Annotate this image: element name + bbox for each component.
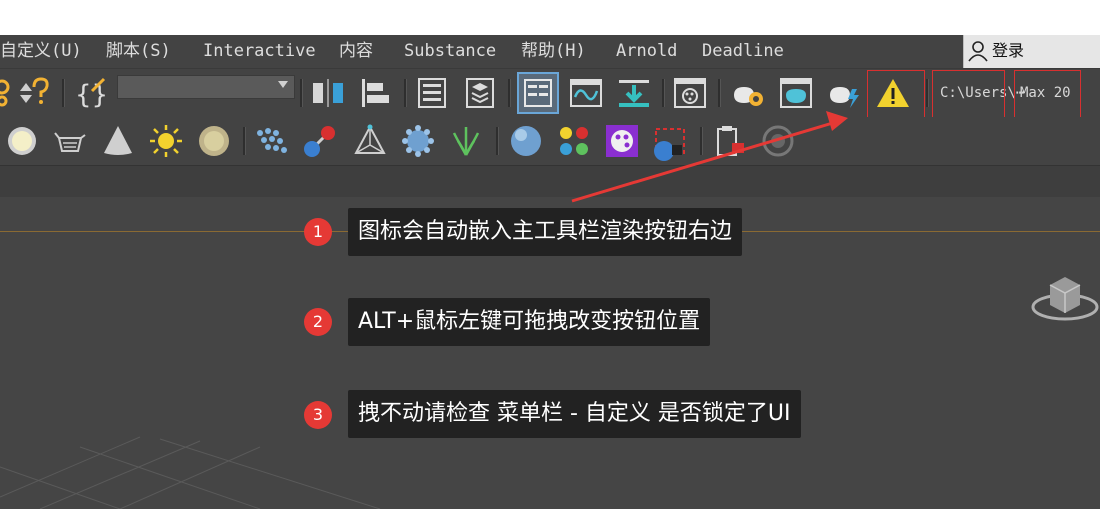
teapot-icon[interactable]	[52, 123, 88, 159]
menu-substance[interactable]: Substance	[404, 38, 496, 64]
callout-badge-2: 2	[304, 308, 332, 336]
separator	[404, 79, 407, 107]
sun-icon[interactable]	[148, 123, 184, 159]
viewport-grid	[0, 436, 381, 509]
menu-deadline[interactable]: Deadline	[702, 38, 784, 64]
separator	[496, 127, 499, 155]
viewcube[interactable]	[1030, 267, 1100, 337]
chevron-down-icon	[278, 81, 288, 88]
secondary-toolbar	[0, 117, 1100, 165]
clipboard-icon[interactable]	[712, 123, 748, 159]
separator	[300, 79, 303, 107]
top-white-band	[0, 0, 1100, 35]
render-setup-icon[interactable]	[730, 75, 766, 111]
material-sphere-icon[interactable]	[508, 123, 544, 159]
menu-interactive[interactable]: Interactive	[203, 38, 316, 64]
blue-sphere-icon[interactable]	[650, 127, 686, 163]
menu-arnold[interactable]: Arnold	[616, 38, 677, 64]
rendered-frame-window-icon[interactable]	[778, 75, 814, 111]
separator	[662, 79, 665, 107]
curve-editor-icon[interactable]	[568, 75, 604, 111]
separator	[718, 79, 721, 107]
reference-coord-icon[interactable]	[14, 75, 50, 111]
user-icon	[968, 41, 988, 62]
grass-icon[interactable]	[448, 123, 484, 159]
separator	[926, 79, 929, 107]
svg-text:{}: {}	[75, 80, 108, 110]
material-editor-icon[interactable]	[672, 75, 708, 111]
disabled-icon[interactable]	[760, 123, 796, 159]
align-icon[interactable]	[358, 75, 394, 111]
callout-badge-3: 3	[304, 401, 332, 429]
menu-help[interactable]: 帮助(H)	[521, 38, 586, 64]
warning-icon[interactable]	[875, 76, 911, 112]
mirror-icon[interactable]	[310, 75, 346, 111]
callout-text-1: 图标会自动嵌入主工具栏渲染按钮右边	[348, 208, 743, 256]
schematic-view-icon[interactable]	[616, 75, 652, 111]
menu-bar: 自定义(U) 脚本(S) Interactive 内容 Substance 帮助…	[0, 35, 1100, 69]
separator	[508, 79, 511, 107]
login-button[interactable]: 登录	[963, 35, 1100, 68]
layer-explorer-icon[interactable]	[462, 75, 498, 111]
separator	[700, 127, 703, 155]
palette-icon[interactable]	[604, 123, 640, 159]
scene-explorer-icon[interactable]	[414, 75, 450, 111]
callout-text-3: 拽不动请检查 菜单栏 - 自定义 是否锁定了UI	[348, 390, 801, 438]
login-label: 登录	[992, 41, 1025, 60]
callout-text-2: ALT+鼠标左键可拖拽改变按钮位置	[348, 298, 711, 346]
menu-content[interactable]: 内容	[339, 38, 373, 64]
callout-badge-1: 1	[304, 218, 332, 246]
cone-icon[interactable]	[100, 123, 136, 159]
separator	[62, 79, 65, 107]
main-toolbar: {} C:\Users\⋯ Max 20	[0, 69, 1100, 127]
sky-icon[interactable]	[196, 123, 232, 159]
toggle-ribbon-icon[interactable]	[517, 72, 559, 114]
molecule-icon[interactable]	[302, 123, 338, 159]
particle-icon[interactable]	[254, 123, 290, 159]
viewport[interactable]: 1 图标会自动嵌入主工具栏渲染按钮右边 2 ALT+鼠标左键可拖拽改变按钮位置 …	[0, 197, 1100, 509]
selection-set-dropdown[interactable]	[117, 75, 295, 99]
named-selection-icon[interactable]: {}	[72, 75, 108, 111]
ribbon-strip	[0, 165, 1100, 198]
menu-script[interactable]: 脚本(S)	[106, 38, 171, 64]
render-production-icon[interactable]	[826, 75, 862, 111]
separator	[243, 127, 246, 155]
bone-icon[interactable]	[352, 123, 388, 159]
color-balls-icon[interactable]	[556, 123, 592, 159]
menu-customize[interactable]: 自定义(U)	[0, 38, 82, 64]
sphere-light-icon[interactable]	[4, 123, 40, 159]
scatter-icon[interactable]	[400, 123, 436, 159]
